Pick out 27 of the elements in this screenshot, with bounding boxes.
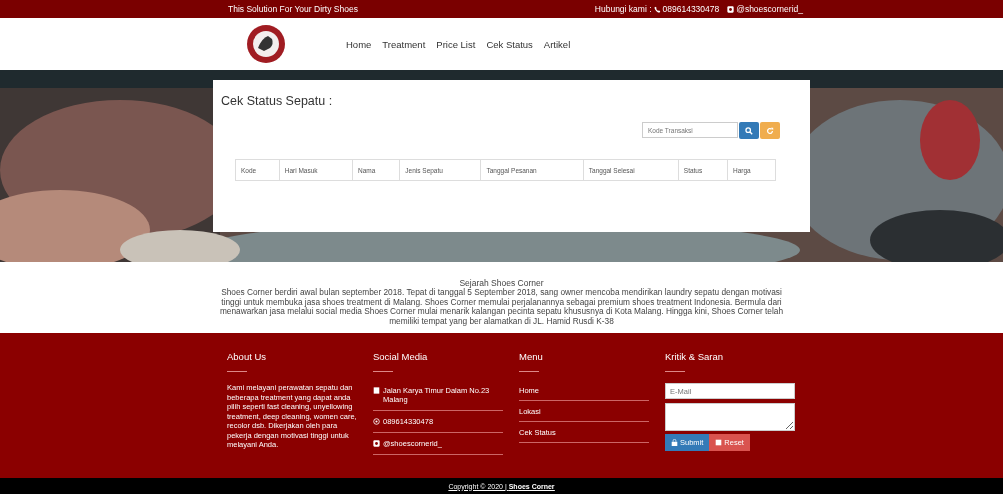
square-icon [715, 439, 723, 446]
instagram-icon [727, 5, 735, 13]
logo-icon[interactable] [246, 24, 286, 64]
lock-icon [671, 439, 678, 446]
building-icon [373, 387, 380, 394]
tagline: This Solution For Your Dirty Shoes [228, 4, 358, 14]
footer-heading: About Us [227, 351, 268, 362]
nav-link[interactable]: Price List [436, 38, 476, 50]
refresh-icon [766, 126, 774, 135]
footer-heading: Menu [519, 351, 544, 362]
footer-heading: Social Media [373, 351, 429, 362]
nav-link[interactable]: Artikel [543, 38, 571, 50]
nav-link[interactable]: Cek Status [486, 38, 533, 50]
card-title: Cek Status Sepatu : [221, 94, 334, 108]
search-button[interactable] [739, 122, 759, 139]
phone-number: 089614330478 [662, 4, 720, 14]
search-icon [745, 126, 753, 135]
phone-icon [653, 5, 661, 13]
message-field[interactable] [665, 403, 795, 431]
history-title: Sejarah Shoes Corner [459, 278, 545, 288]
nav-link[interactable]: Home [346, 38, 372, 50]
footer-heading: Kritik & Saran [665, 351, 725, 362]
history-text: Shoes Corner berdiri awal bulan september 2018. Tepat di tanggal 5 September 2018, sang owner mencoba mendirikan laundry sepatu dengan motivasi tinggi untuk membuka jasa shoes treatment di Malang. Shoes Corner memulai perjalanannya sebagai premium shoes treatment Indonesia. Bermula dari menawarkan jasa melalui social media Shoes Corner mulai menarik kalangan pecinta sepatu khususnya di Kota Malang. Hingga kini, Shoes Corner telah memiliki tempat yang ber alamatkan di JL. Hamid Rusdi K-38 [218, 288, 785, 326]
contact-label: Hubungi kami : [594, 4, 652, 14]
instagram-icon [373, 440, 380, 447]
instagram-handle: @shoescornerid_ [736, 4, 803, 14]
nav-link[interactable]: Treatment [382, 38, 426, 50]
